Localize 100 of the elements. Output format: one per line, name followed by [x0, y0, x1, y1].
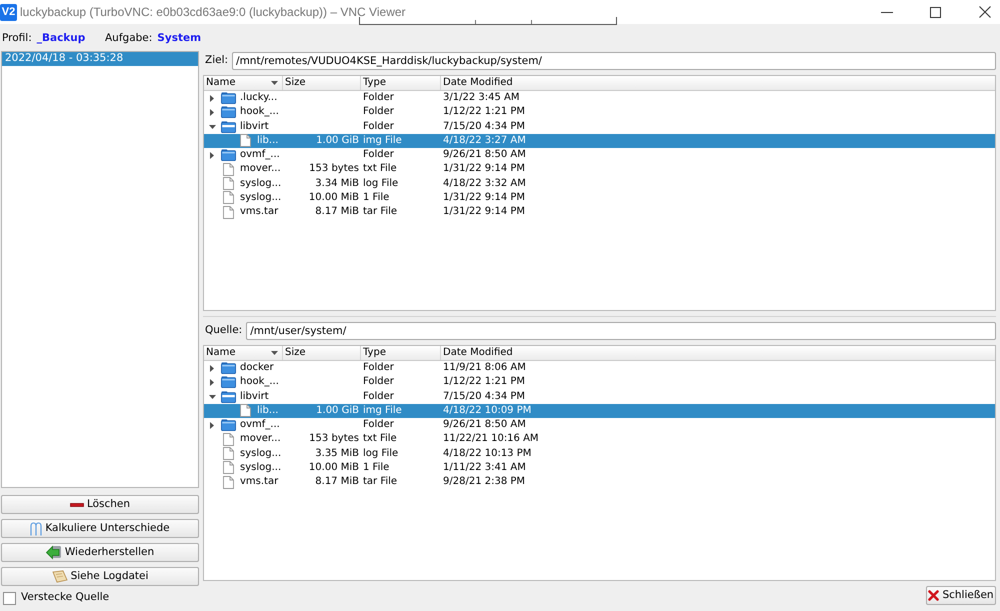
file-icon — [223, 447, 234, 460]
tree-row[interactable]: syslog... 10.00 MiB 1 File 1/31/22 9:14 PM — [204, 190, 995, 205]
file-type: tar File — [363, 205, 398, 220]
file-icon — [223, 432, 234, 446]
tree-row[interactable]: vms.tar 8.17 MiB tar File 1/31/22 9:14 PM — [204, 205, 995, 220]
tree-row[interactable]: vms.tar 8.17 MiB tar File 9/28/21 2:38 PM — [204, 475, 995, 490]
file-size: 3.35 MiB — [315, 446, 359, 461]
modified-date: 7/15/20 4:34 PM — [443, 390, 526, 404]
tree-row[interactable]: lib... 1.00 GiB img File 4/18/22 3:27 AM — [204, 134, 995, 148]
path-field[interactable]: /mnt/user/system/ — [246, 322, 996, 340]
file-icon — [240, 404, 251, 418]
minus-bar-icon — [70, 502, 84, 506]
modified-date: 1/12/22 1:21 PM — [443, 105, 526, 120]
modified-date: 1/31/22 9:14 PM — [443, 162, 526, 176]
folder-icon — [221, 106, 236, 118]
folder-icon — [221, 120, 236, 133]
file-type: Folder — [363, 105, 394, 120]
toolbar-handle[interactable] — [359, 17, 617, 25]
modified-date: 1/12/22 1:21 PM — [443, 375, 526, 390]
tree-row[interactable]: .lucky... Folder 3/1/22 3:45 AM — [204, 91, 995, 106]
file-size: 1.00 GiB — [316, 134, 359, 148]
file-size: 10.00 MiB — [308, 460, 359, 475]
file-type: 1 File — [363, 190, 390, 205]
file-name: ovmf_... — [240, 418, 280, 432]
close-button[interactable]: Schließen — [926, 586, 996, 605]
column-header[interactable]: Type — [361, 76, 441, 90]
caret-right-icon[interactable] — [210, 364, 214, 372]
file-type: txt File — [363, 432, 397, 446]
file-type: log File — [363, 176, 398, 191]
modified-date: 11/22/21 10:16 AM — [443, 432, 539, 446]
file-size: 8.17 MiB — [315, 205, 359, 220]
task-label: Aufgabe: — [105, 31, 152, 46]
column-header[interactable]: Type — [361, 346, 441, 360]
tree-row[interactable]: mover... 153 bytes txt File 1/31/22 9:14 PM — [204, 162, 995, 176]
tree-row[interactable]: mover... 153 bytes txt File 11/22/21 10:16 AM — [204, 432, 995, 446]
caret-down-icon[interactable] — [208, 394, 216, 399]
arches-icon — [30, 522, 42, 536]
action-button[interactable]: Wiederherstellen — [1, 543, 199, 562]
modified-date: 9/28/21 2:38 PM — [443, 475, 526, 490]
tree-row[interactable]: syslog... 3.34 MiB log File 4/18/22 3:32 AM — [204, 176, 995, 191]
tree-row[interactable]: ovmf_... Folder 9/26/21 8:50 AM — [204, 148, 995, 162]
tree-row[interactable]: ovmf_... Folder 9/26/21 8:50 AM — [204, 418, 995, 432]
app-logo: V2 — [0, 4, 17, 20]
file-type: Folder — [363, 91, 394, 106]
tree-row[interactable]: syslog... 10.00 MiB 1 File 1/11/22 3:41 AM — [204, 460, 995, 475]
tree-row[interactable]: libvirt Folder 7/15/20 4:34 PM — [204, 390, 995, 404]
list-item[interactable]: 2022/04/18 - 03:35:28 — [2, 52, 198, 66]
window-title: luckybackup (TurboVNC: e0b03cd63ae9:0 (luckybackup)) – VNC Viewer — [20, 4, 406, 21]
file-type: log File — [363, 446, 398, 461]
folder-icon — [221, 419, 236, 432]
action-button[interactable]: Kalkuliere Unterschiede — [1, 519, 199, 538]
caret-right-icon[interactable] — [210, 108, 214, 116]
column-header[interactable]: Date Modified — [441, 76, 995, 90]
column-header[interactable]: Date Modified — [441, 346, 995, 360]
action-button[interactable]: Löschen — [1, 495, 199, 514]
left-arrow-icon — [46, 545, 62, 560]
file-name: syslog... — [240, 176, 282, 191]
file-size: 1.00 GiB — [316, 404, 359, 418]
field-label: Ziel: — [204, 53, 230, 68]
file-type: tar File — [363, 475, 398, 490]
file-type: img File — [363, 134, 402, 148]
folder-icon — [221, 390, 236, 403]
tree-row[interactable]: lib... 1.00 GiB img File 4/18/22 10:09 PM — [204, 404, 995, 418]
caret-down-icon[interactable] — [208, 124, 216, 129]
modified-date: 1/11/22 3:41 AM — [443, 460, 526, 475]
action-button[interactable]: Siehe Logdatei — [1, 567, 199, 586]
file-icon — [223, 162, 234, 176]
tree-row[interactable]: hook_... Folder 1/12/22 1:21 PM — [204, 105, 995, 120]
modified-date: 4/18/22 10:13 PM — [443, 446, 532, 461]
file-icon — [240, 134, 251, 148]
file-name: lib... — [257, 134, 278, 148]
folder-icon — [221, 92, 236, 104]
file-type: img File — [363, 404, 402, 418]
caret-right-icon[interactable] — [210, 94, 214, 102]
tree-row[interactable]: syslog... 3.35 MiB log File 4/18/22 10:13 PM — [204, 446, 995, 461]
caret-right-icon[interactable] — [210, 422, 214, 429]
field-label: Quelle: — [204, 323, 244, 338]
caret-right-icon[interactable] — [210, 378, 214, 386]
file-type: Folder — [363, 120, 394, 134]
close-icon — [979, 6, 991, 18]
folder-icon — [221, 149, 236, 162]
checkbox[interactable] — [3, 592, 16, 604]
profile-label: Profil: — [2, 31, 32, 46]
path-field[interactable]: /mnt/remotes/VUDUO4KSE_Harddisk/luckybackup/system/ — [232, 52, 996, 70]
caret-right-icon[interactable] — [210, 152, 214, 159]
column-header[interactable]: Size — [283, 346, 361, 360]
file-icon — [223, 461, 234, 474]
tree-row[interactable]: hook_... Folder 1/12/22 1:21 PM — [204, 375, 995, 390]
modified-date: 1/31/22 9:14 PM — [443, 205, 526, 220]
column-header[interactable]: Name — [204, 76, 283, 90]
file-name: vms.tar — [240, 205, 278, 220]
tree-row[interactable]: libvirt Folder 7/15/20 4:34 PM — [204, 120, 995, 134]
tree-row[interactable]: docker Folder 11/9/21 8:06 AM — [204, 361, 995, 376]
column-header[interactable]: Name — [204, 346, 283, 360]
file-type: Folder — [363, 390, 394, 404]
modified-date: 4/18/22 10:09 PM — [443, 404, 532, 418]
column-header[interactable]: Size — [283, 76, 361, 90]
file-size: 3.34 MiB — [315, 176, 359, 191]
file-name: docker — [240, 361, 274, 376]
scroll-icon — [52, 570, 68, 583]
